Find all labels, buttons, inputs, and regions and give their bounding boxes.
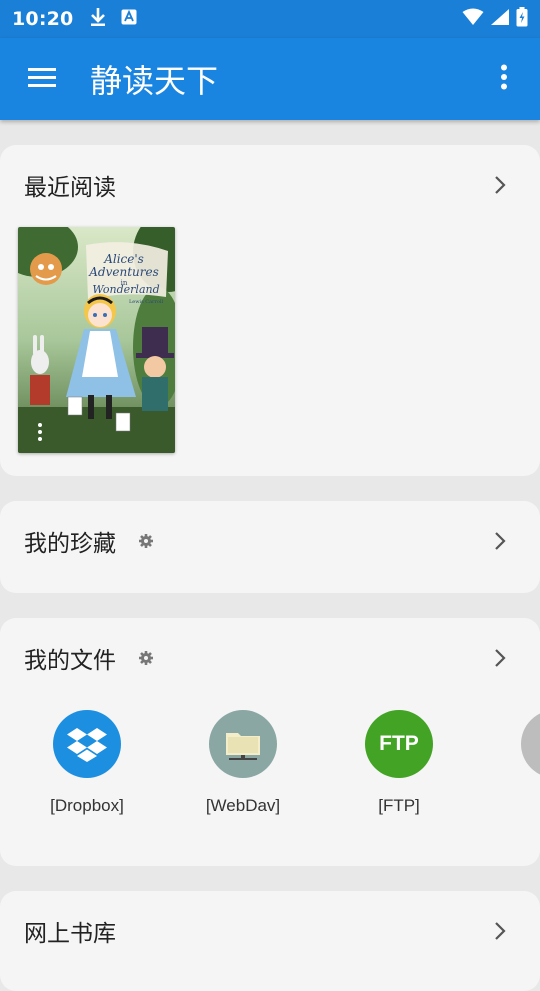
storage-label: [WebDav]	[205, 796, 281, 815]
download-icon	[89, 7, 107, 31]
hamburger-icon	[28, 67, 56, 91]
sdcard-icon	[521, 710, 540, 778]
status-time: 10:20	[12, 8, 74, 30]
app-title: 静读天下	[90, 62, 219, 100]
wifi-icon	[462, 8, 484, 30]
storage-item-dropbox[interactable]: [Dropbox]	[27, 710, 147, 816]
chevron-right-icon	[494, 921, 506, 941]
collection-card: 我的珍藏	[0, 501, 540, 593]
chevron-right-icon	[494, 531, 506, 551]
overflow-menu-button[interactable]	[468, 38, 540, 120]
battery-icon	[516, 7, 528, 31]
status-bar: 10:20	[0, 0, 540, 38]
gear-icon[interactable]	[138, 650, 154, 666]
storage-item-ftp[interactable]: FTP [FTP]	[339, 710, 459, 816]
recent-reading-card: 最近阅读 Alice's Adventures in Wonderland Le…	[0, 145, 540, 476]
menu-button[interactable]	[0, 38, 84, 120]
recent-reading-header[interactable]: 最近阅读	[0, 145, 540, 225]
cover-title-line4: Wonderland	[92, 283, 159, 296]
storage-item-webdav[interactable]: [WebDav]	[183, 710, 303, 816]
online-library-card: 网上书库	[0, 891, 540, 991]
online-library-header[interactable]: 网上书库	[0, 891, 540, 971]
chevron-right-icon	[494, 648, 506, 668]
app-bar: 静读天下	[0, 38, 540, 120]
chevron-right-icon	[494, 175, 506, 195]
webdav-icon	[209, 710, 277, 778]
signal-icon	[490, 8, 510, 30]
collection-title: 我的珍藏	[24, 531, 116, 557]
storage-label: [FTP]	[378, 796, 420, 815]
my-files-card: 我的文件 [Dropbox] [WebDav] FTP [FTP]	[0, 618, 540, 866]
more-vert-icon	[500, 64, 508, 94]
my-files-title: 我的文件	[24, 648, 116, 674]
my-files-header[interactable]: 我的文件	[0, 618, 540, 698]
book-cover-alice[interactable]: Alice's Adventures in Wonderland Lewis C…	[18, 227, 175, 453]
notification-app-icon	[121, 9, 137, 29]
storage-item-sdcard[interactable]: sd	[495, 710, 540, 816]
gear-icon[interactable]	[138, 533, 154, 549]
cover-title-line1: Alice's	[103, 252, 144, 266]
ftp-icon-text: FTP	[379, 732, 419, 755]
recent-reading-title: 最近阅读	[24, 175, 116, 201]
storage-list: [Dropbox] [WebDav] FTP [FTP] sd	[0, 710, 540, 830]
ftp-icon: FTP	[365, 710, 433, 778]
online-library-title: 网上书库	[24, 921, 116, 947]
dropbox-icon	[53, 710, 121, 778]
collection-header[interactable]: 我的珍藏	[0, 501, 540, 581]
cover-title-line2: Adventures	[88, 265, 159, 279]
storage-label: [Dropbox]	[50, 796, 124, 815]
cover-author: Lewis Carroll	[129, 299, 164, 305]
